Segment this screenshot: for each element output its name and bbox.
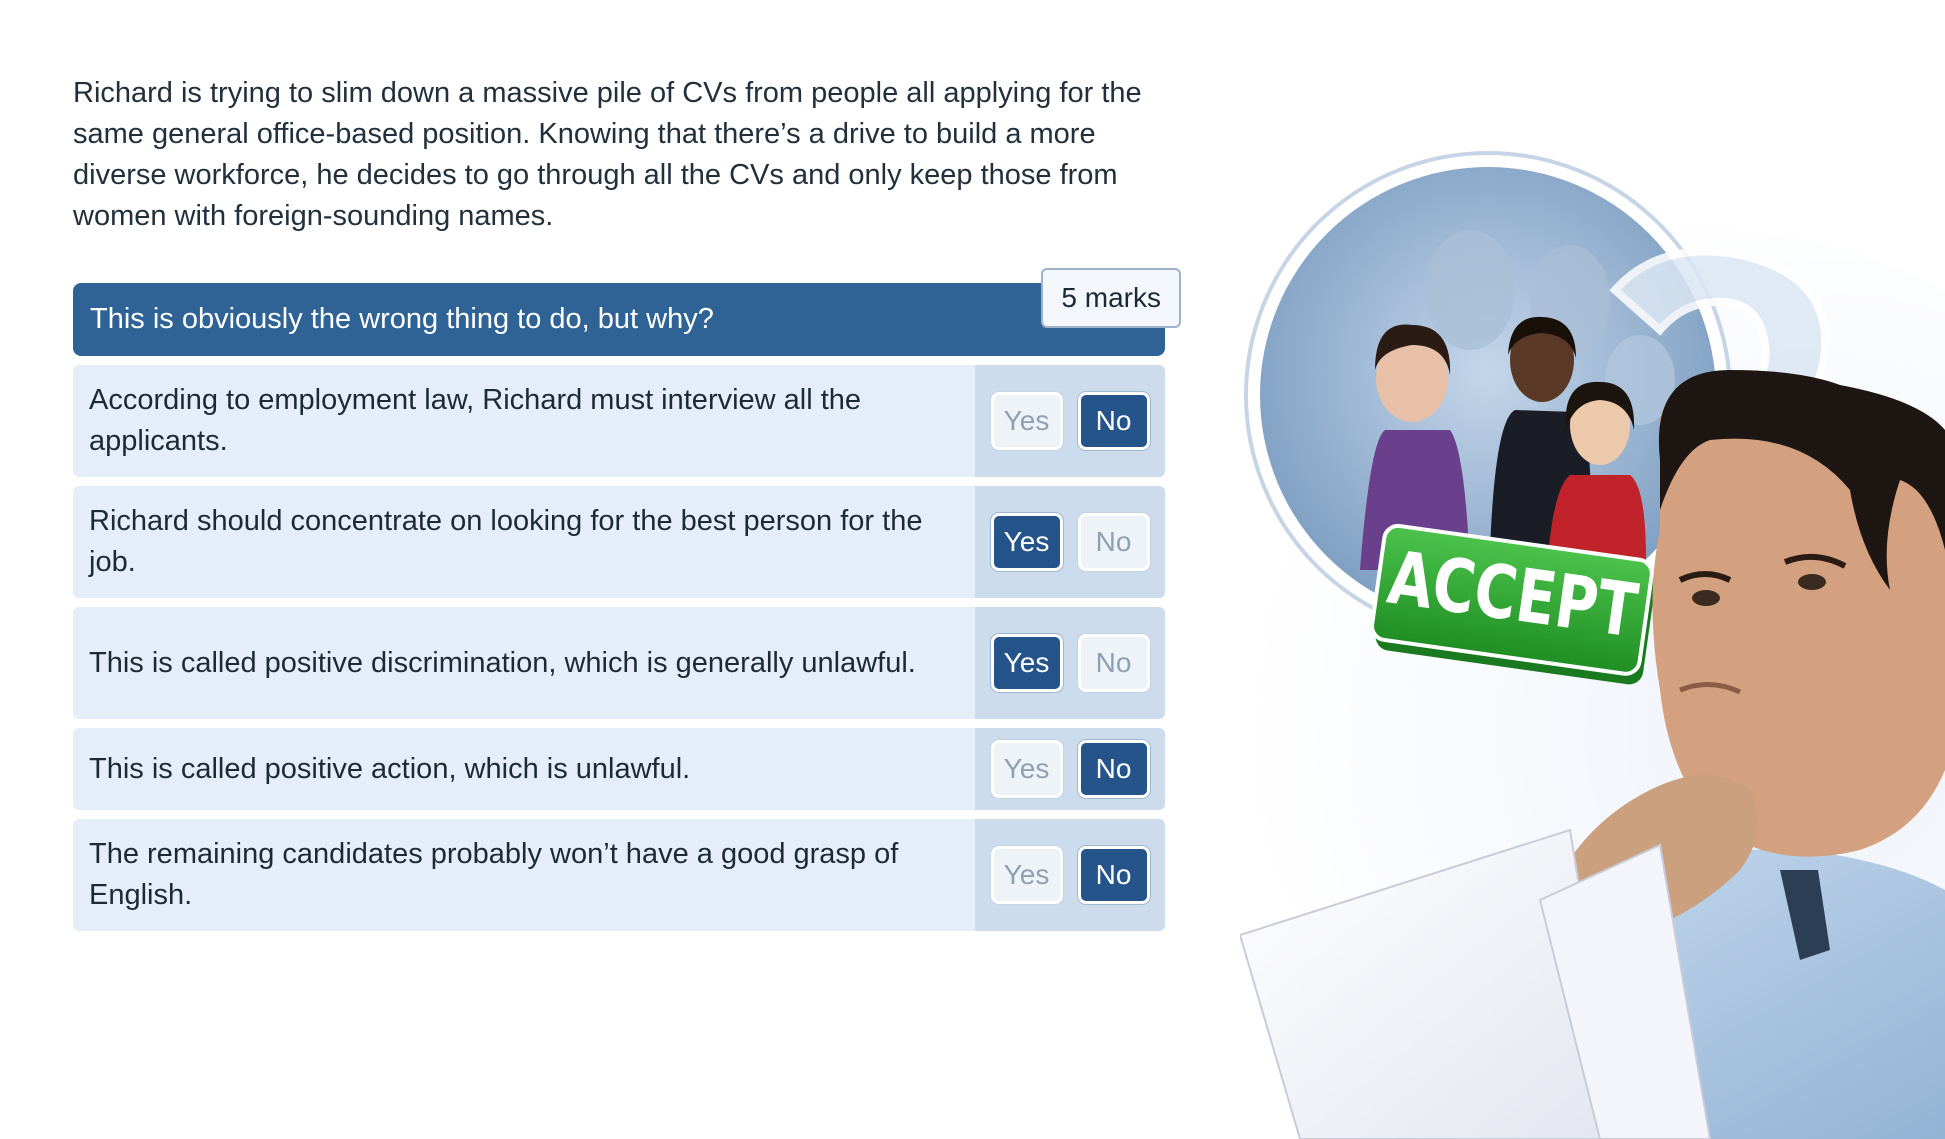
answer-toggle: Yes No <box>975 819 1165 931</box>
yes-button[interactable]: Yes <box>990 846 1063 904</box>
statement-row: This is called positive discrimination, … <box>73 607 1165 719</box>
statement-text: Richard should concentrate on looking fo… <box>89 505 923 578</box>
yes-button[interactable]: Yes <box>990 513 1063 571</box>
answer-toggle: Yes No <box>975 486 1165 598</box>
yes-button[interactable]: Yes <box>990 740 1063 798</box>
no-button[interactable]: No <box>1077 846 1150 904</box>
yes-button[interactable]: Yes <box>990 392 1063 450</box>
quiz-panel: This is obviously the wrong thing to do,… <box>73 268 1181 931</box>
answer-toggle: Yes No <box>975 728 1165 810</box>
statement-text: This is called positive discrimination, … <box>89 646 916 679</box>
yes-button[interactable]: Yes <box>990 634 1063 692</box>
question-header: This is obviously the wrong thing to do,… <box>73 268 1181 356</box>
no-button[interactable]: No <box>1077 634 1150 692</box>
statement-text: According to employment law, Richard mus… <box>89 384 862 457</box>
no-button[interactable]: No <box>1077 740 1150 798</box>
answer-toggle: Yes No <box>975 365 1165 477</box>
no-button[interactable]: No <box>1077 392 1150 450</box>
statement-row: This is called positive action, which is… <box>73 728 1165 810</box>
scenario-text: Richard is trying to slim down a massive… <box>73 77 1142 232</box>
illustration: ACCEPT <box>1240 151 1945 1139</box>
statement-text: The remaining candidates probably won’t … <box>89 838 899 911</box>
statement-row: According to employment law, Richard mus… <box>73 365 1165 477</box>
question-prompt: This is obviously the wrong thing to do,… <box>90 303 714 335</box>
statement-text: This is called positive action, which is… <box>89 752 691 785</box>
statement-row: Richard should concentrate on looking fo… <box>73 486 1165 598</box>
marks-badge: 5 marks <box>1041 268 1181 328</box>
no-button[interactable]: No <box>1077 513 1150 571</box>
answer-toggle: Yes No <box>975 607 1165 719</box>
statement-row: The remaining candidates probably won’t … <box>73 819 1165 931</box>
